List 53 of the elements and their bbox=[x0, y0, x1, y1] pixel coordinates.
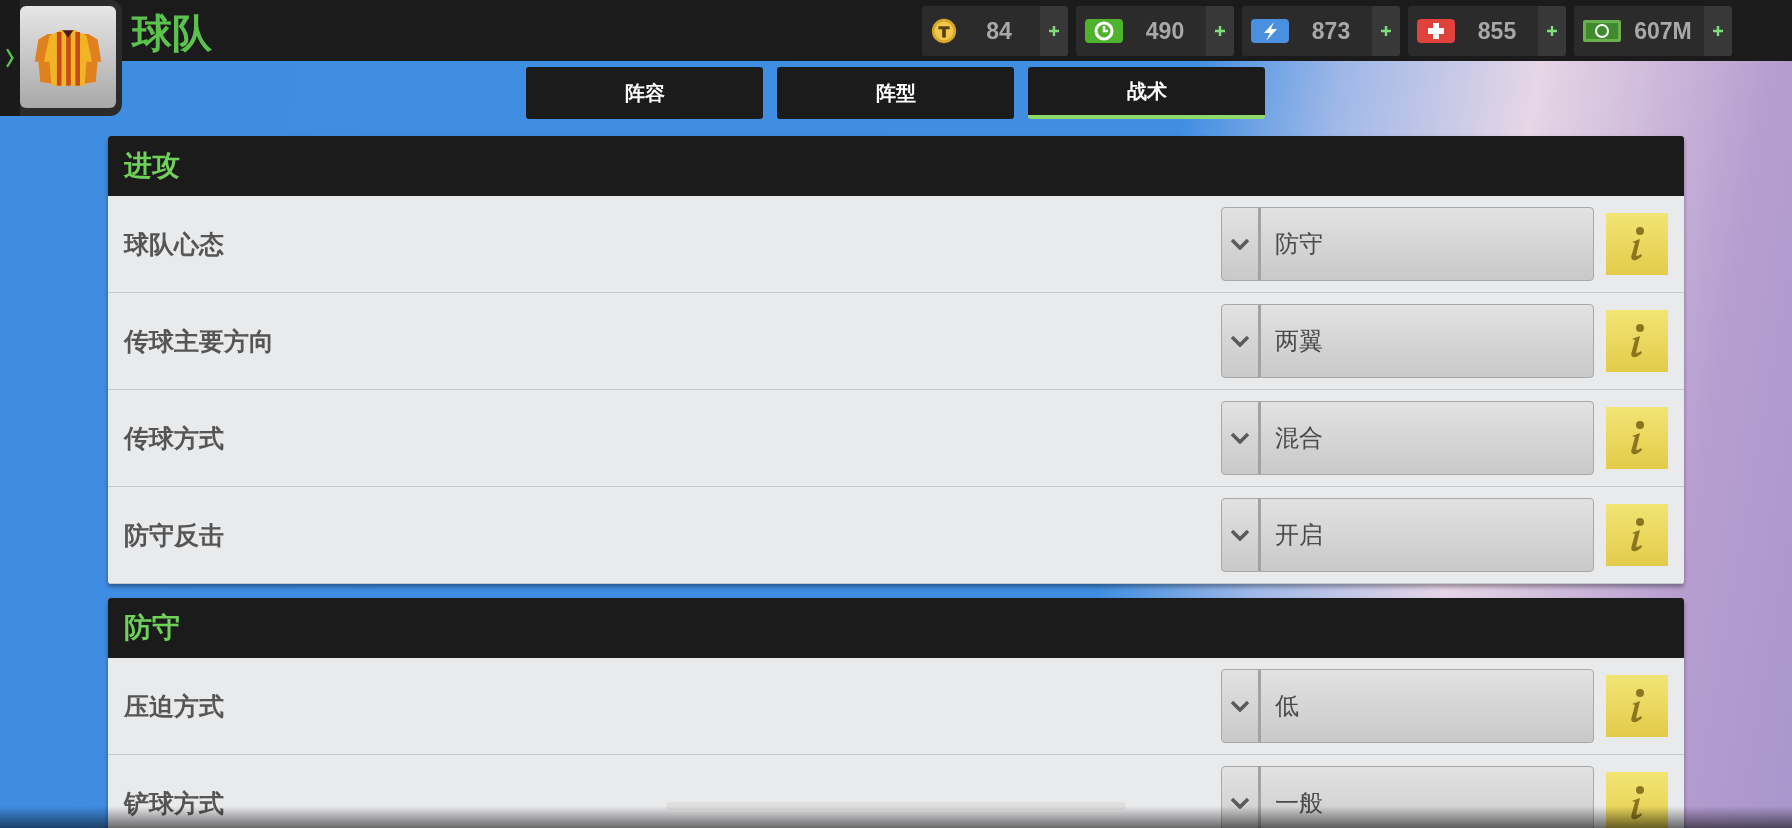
plus-icon bbox=[1048, 25, 1060, 37]
currency-amount: 855 bbox=[1476, 17, 1518, 45]
page-title: 球队 bbox=[132, 9, 212, 58]
dropdown[interactable]: 低 bbox=[1221, 669, 1594, 743]
section-title: 防守 bbox=[124, 610, 180, 646]
currency-amount: 873 bbox=[1310, 17, 1352, 45]
caret-icon bbox=[1230, 529, 1250, 541]
dropdown[interactable]: 两翼 bbox=[1221, 304, 1594, 378]
plus-icon bbox=[1380, 25, 1392, 37]
add-button[interactable] bbox=[1206, 6, 1234, 56]
plus-icon bbox=[1546, 25, 1558, 37]
section-title: 进攻 bbox=[124, 148, 180, 184]
currency-amount: 490 bbox=[1144, 17, 1186, 45]
caret-icon bbox=[1230, 432, 1250, 444]
info-button[interactable] bbox=[1606, 407, 1668, 469]
info-button[interactable] bbox=[1606, 772, 1668, 828]
tab[interactable]: 阵容 bbox=[526, 67, 763, 119]
add-button[interactable] bbox=[1704, 6, 1732, 56]
tab[interactable]: 阵型 bbox=[777, 67, 1014, 119]
chevron-right-icon bbox=[6, 47, 14, 69]
dropdown[interactable]: 开启 bbox=[1221, 498, 1594, 572]
currency-amount: 607M bbox=[1633, 17, 1693, 45]
setting-label: 传球主要方向 bbox=[124, 325, 274, 358]
add-button[interactable] bbox=[1372, 6, 1400, 56]
side-menu-tab[interactable] bbox=[0, 0, 20, 116]
tab[interactable]: 战术 bbox=[1028, 67, 1265, 119]
add-button[interactable] bbox=[1040, 6, 1068, 56]
currency-amount: 84 bbox=[985, 17, 1013, 45]
add-button[interactable] bbox=[1538, 6, 1566, 56]
clock-icon bbox=[1084, 17, 1124, 45]
caret-icon bbox=[1230, 335, 1250, 347]
lightning-icon bbox=[1250, 17, 1290, 45]
info-button[interactable] bbox=[1606, 675, 1668, 737]
caret-icon bbox=[1230, 238, 1250, 250]
info-button[interactable] bbox=[1606, 310, 1668, 372]
plus-icon bbox=[1712, 25, 1724, 37]
plus-icon bbox=[1214, 25, 1226, 37]
setting-label: 防守反击 bbox=[124, 519, 224, 552]
caret-icon bbox=[1230, 700, 1250, 712]
coin-icon bbox=[930, 17, 958, 45]
info-button[interactable] bbox=[1606, 213, 1668, 275]
team-logo[interactable] bbox=[20, 6, 116, 108]
dropdown[interactable]: 一般 bbox=[1221, 766, 1594, 828]
medical-cross-icon bbox=[1416, 17, 1456, 45]
setting-label: 铲球方式 bbox=[124, 787, 224, 820]
dropdown[interactable]: 混合 bbox=[1221, 401, 1594, 475]
info-button[interactable] bbox=[1606, 504, 1668, 566]
cash-icon bbox=[1582, 17, 1622, 45]
setting-label: 球队心态 bbox=[124, 228, 224, 261]
dropdown[interactable]: 防守 bbox=[1221, 207, 1594, 281]
setting-label: 传球方式 bbox=[124, 422, 224, 455]
caret-icon bbox=[1230, 797, 1250, 809]
setting-label: 压迫方式 bbox=[124, 690, 224, 723]
